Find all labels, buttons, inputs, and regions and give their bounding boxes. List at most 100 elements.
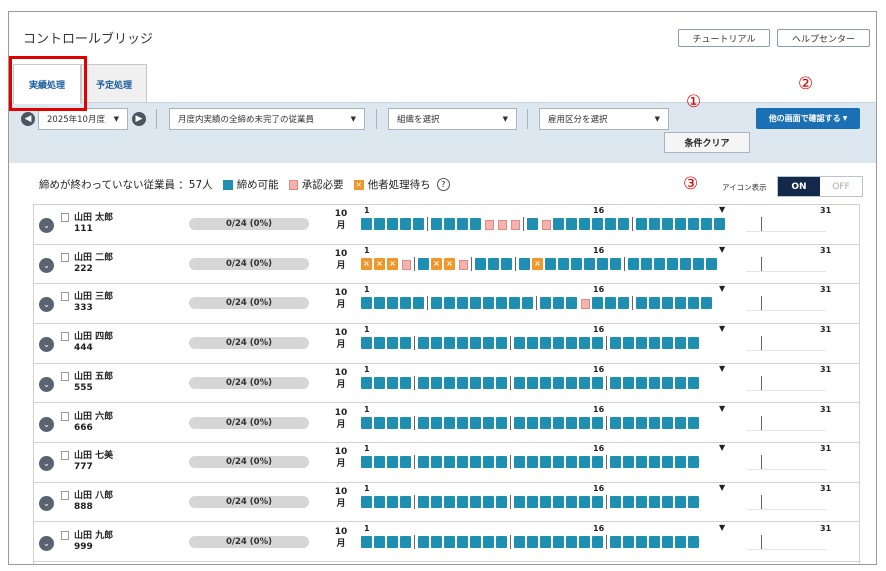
day-closable-cell[interactable]	[418, 416, 429, 429]
day-closable-cell[interactable]	[566, 535, 577, 548]
day-closable-cell[interactable]	[514, 337, 525, 350]
day-closable-cell[interactable]	[592, 218, 603, 230]
day-closable-cell[interactable]	[688, 416, 699, 429]
day-closable-cell[interactable]	[483, 456, 494, 469]
day-closable-cell[interactable]	[496, 376, 507, 389]
day-closable-cell[interactable]	[374, 456, 385, 469]
day-closable-cell[interactable]	[610, 456, 621, 469]
day-closable-cell[interactable]	[623, 456, 634, 469]
day-closable-cell[interactable]	[457, 297, 468, 310]
day-closable-cell[interactable]	[636, 337, 647, 350]
day-waiting-x-icon[interactable]: ×	[532, 257, 543, 270]
day-closable-cell[interactable]	[514, 535, 525, 548]
day-closable-cell[interactable]	[457, 218, 468, 230]
day-closable-cell[interactable]	[496, 297, 507, 310]
day-closable-cell[interactable]	[470, 297, 481, 310]
day-closable-cell[interactable]	[514, 456, 525, 469]
day-closable-cell[interactable]	[444, 416, 455, 429]
day-closable-cell[interactable]	[592, 535, 603, 548]
day-closable-cell[interactable]	[457, 495, 468, 508]
day-closable-cell[interactable]	[701, 218, 712, 230]
day-closable-cell[interactable]	[519, 257, 530, 270]
day-closable-cell[interactable]	[361, 416, 372, 429]
day-closable-cell[interactable]	[418, 376, 429, 389]
day-closable-cell[interactable]	[584, 257, 595, 270]
icon-display-toggle[interactable]: ON OFF	[777, 176, 863, 197]
organization-select[interactable]: 組織を選択 ▼	[388, 108, 517, 130]
expand-chevron-icon[interactable]: ⌄	[39, 257, 54, 273]
day-closable-cell[interactable]	[444, 218, 455, 230]
day-closable-cell[interactable]	[649, 456, 660, 469]
day-closable-cell[interactable]	[649, 297, 660, 310]
day-closable-cell[interactable]	[540, 495, 551, 508]
day-closable-cell[interactable]	[522, 297, 533, 310]
day-closable-cell[interactable]	[675, 495, 686, 508]
day-closable-cell[interactable]	[649, 416, 660, 429]
day-closable-cell[interactable]	[693, 257, 704, 270]
day-closable-cell[interactable]	[527, 337, 538, 350]
day-closable-cell[interactable]	[592, 495, 603, 508]
month-select[interactable]: 2025年10月度 ▼	[38, 108, 128, 130]
day-closable-cell[interactable]	[400, 376, 411, 389]
expand-chevron-icon[interactable]: ⌄	[39, 376, 54, 392]
day-closable-cell[interactable]	[553, 416, 564, 429]
day-closable-cell[interactable]	[540, 456, 551, 469]
day-closable-cell[interactable]	[688, 218, 699, 230]
day-closable-cell[interactable]	[514, 495, 525, 508]
day-closable-cell[interactable]	[496, 337, 507, 350]
day-closable-cell[interactable]	[623, 376, 634, 389]
day-closable-cell[interactable]	[641, 257, 652, 270]
day-closable-cell[interactable]	[488, 257, 499, 270]
day-closable-cell[interactable]	[361, 456, 372, 469]
day-closable-cell[interactable]	[618, 218, 629, 230]
day-closable-cell[interactable]	[553, 218, 564, 230]
day-closable-cell[interactable]	[566, 416, 577, 429]
day-closable-cell[interactable]	[444, 456, 455, 469]
day-closable-cell[interactable]	[361, 535, 372, 548]
day-closable-cell[interactable]	[553, 297, 564, 310]
day-closable-cell[interactable]	[483, 376, 494, 389]
day-waiting-x-icon[interactable]: ×	[374, 257, 385, 270]
day-closable-cell[interactable]	[592, 297, 603, 310]
day-closable-cell[interactable]	[623, 416, 634, 429]
day-closable-cell[interactable]	[483, 297, 494, 310]
day-closable-cell[interactable]	[662, 376, 673, 389]
next-month-icon[interactable]: ▶	[132, 112, 146, 126]
day-closable-cell[interactable]	[387, 456, 398, 469]
day-closable-cell[interactable]	[470, 456, 481, 469]
day-closable-cell[interactable]	[714, 218, 725, 230]
day-closable-cell[interactable]	[675, 456, 686, 469]
day-closable-cell[interactable]	[444, 297, 455, 310]
day-waiting-x-icon[interactable]: ×	[431, 257, 442, 270]
day-closable-cell[interactable]	[431, 376, 442, 389]
day-closable-cell[interactable]	[610, 337, 621, 350]
row-checkbox[interactable]	[61, 371, 69, 381]
day-closable-cell[interactable]	[457, 337, 468, 350]
day-closable-cell[interactable]	[636, 495, 647, 508]
day-closable-cell[interactable]	[374, 376, 385, 389]
day-approval-document-icon[interactable]	[540, 218, 551, 230]
day-closable-cell[interactable]	[579, 456, 590, 469]
day-closable-cell[interactable]	[470, 416, 481, 429]
day-waiting-x-icon[interactable]: ×	[444, 257, 455, 270]
day-closable-cell[interactable]	[418, 535, 429, 548]
row-checkbox[interactable]	[61, 332, 69, 342]
day-closable-cell[interactable]	[418, 337, 429, 350]
day-closable-cell[interactable]	[496, 535, 507, 548]
day-closable-cell[interactable]	[457, 416, 468, 429]
day-closable-cell[interactable]	[701, 297, 712, 310]
day-closable-cell[interactable]	[623, 337, 634, 350]
day-closable-cell[interactable]	[688, 495, 699, 508]
day-closable-cell[interactable]	[592, 416, 603, 429]
day-closable-cell[interactable]	[618, 297, 629, 310]
day-closable-cell[interactable]	[387, 495, 398, 508]
day-closable-cell[interactable]	[566, 456, 577, 469]
day-closable-cell[interactable]	[374, 218, 385, 230]
day-closable-cell[interactable]	[649, 376, 660, 389]
day-closable-cell[interactable]	[649, 495, 660, 508]
day-closable-cell[interactable]	[675, 297, 686, 310]
day-closable-cell[interactable]	[579, 416, 590, 429]
day-closable-cell[interactable]	[444, 337, 455, 350]
day-closable-cell[interactable]	[662, 297, 673, 310]
day-closable-cell[interactable]	[470, 337, 481, 350]
